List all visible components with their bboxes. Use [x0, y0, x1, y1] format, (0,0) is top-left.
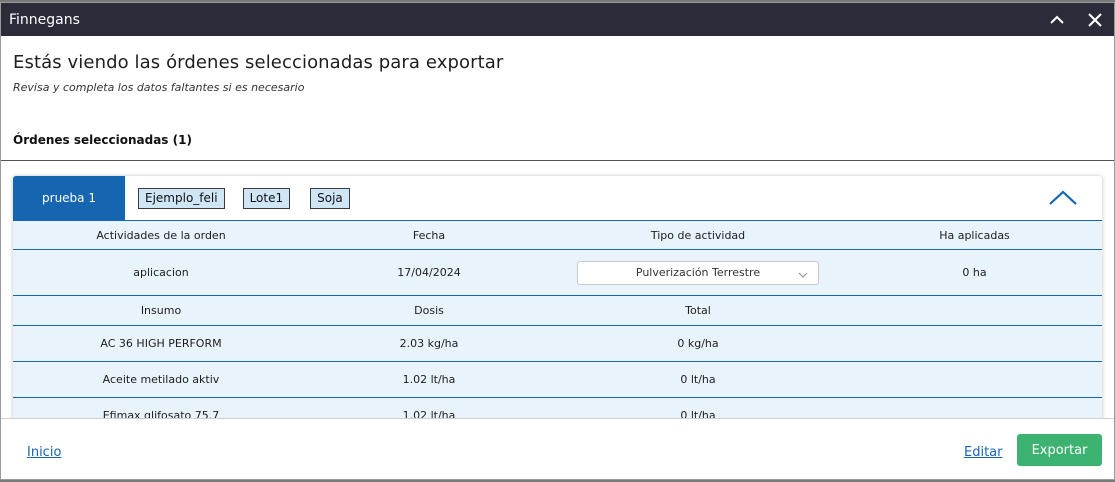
close-icon [1088, 12, 1102, 27]
col-date: Fecha [412, 228, 446, 242]
window-title: Finnegans [9, 11, 80, 28]
activity-type-select[interactable]: Pulverización Terrestre [577, 260, 819, 285]
export-dialog: Finnegans Estás viendo las órdenes selec… [0, 2, 1115, 480]
dialog-footer: Inicio Editar Exportar [1, 418, 1114, 479]
activity-ha: 0 ha [962, 266, 987, 279]
activity-row: aplicacion 17/04/2024 Pulverización Terr… [13, 250, 1102, 296]
orders-scroll-area[interactable]: prueba 1 Ejemplo_feli Lote1 Soja Activid… [1, 161, 1114, 418]
input-dose: 2.03 kg/ha [399, 337, 459, 350]
page-title: Estás viendo las órdenes seleccionadas p… [13, 52, 504, 73]
col-ha-applied: Ha aplicadas [939, 228, 1010, 242]
home-link[interactable]: Inicio [27, 445, 61, 460]
input-total: 0 kg/ha [677, 337, 719, 350]
inputs-header-row: Insumo Dosis Total [13, 296, 1102, 326]
activity-type-value: Pulverización Terrestre [635, 266, 761, 279]
col-input: Insumo [140, 304, 182, 317]
input-name: AC 36 HIGH PERFORM [100, 337, 222, 350]
export-button[interactable]: Exportar [1017, 434, 1102, 466]
order-card-header: prueba 1 Ejemplo_feli Lote1 Soja [13, 176, 1102, 220]
input-dose: 1.02 lt/ha [402, 409, 456, 418]
table-row: AC 36 HIGH PERFORM 2.03 kg/ha 0 kg/ha [13, 326, 1102, 362]
selected-orders-label: Órdenes seleccionadas (1) [13, 133, 192, 147]
chip-crop: Soja [310, 187, 350, 209]
input-total: 0 lt/ha [680, 409, 716, 418]
input-dose: 1.02 lt/ha [402, 373, 456, 386]
close-button[interactable] [1076, 3, 1114, 36]
activity-name: aplicacion [133, 266, 189, 279]
chevron-down-icon [798, 269, 808, 282]
input-name: Efimax glifosato 75.7 [102, 409, 220, 418]
activity-date: 17/04/2024 [397, 266, 461, 279]
table-row: Efimax glifosato 75.7 1.02 lt/ha 0 lt/ha [13, 398, 1102, 418]
input-name: Aceite metilado aktiv [102, 373, 220, 386]
collapse-button[interactable] [1048, 188, 1078, 208]
chevron-up-icon [1050, 15, 1064, 24]
title-bar: Finnegans [1, 3, 1114, 36]
chip-lot: Lote1 [242, 187, 291, 209]
edit-link[interactable]: Editar [964, 445, 1003, 460]
order-tab[interactable]: prueba 1 [13, 176, 125, 220]
page-subtitle: Revisa y completa los datos faltantes si… [13, 81, 305, 94]
chip-field: Ejemplo_feli [138, 187, 225, 209]
col-dose: Dosis [414, 304, 444, 317]
col-total: Total [685, 304, 711, 317]
activities-header-row: Actividades de la orden Fecha Tipo de ac… [13, 220, 1102, 250]
chevron-up-icon [1049, 190, 1077, 205]
col-activity-type: Tipo de actividad [650, 228, 746, 242]
dialog-header: Estás viendo las órdenes seleccionadas p… [1, 36, 1114, 94]
input-total: 0 lt/ha [680, 373, 716, 386]
table-row: Aceite metilado aktiv 1.02 lt/ha 0 lt/ha [13, 362, 1102, 398]
order-card: prueba 1 Ejemplo_feli Lote1 Soja Activid… [13, 176, 1102, 418]
col-activities: Actividades de la orden [96, 228, 226, 242]
minimize-button[interactable] [1038, 3, 1076, 36]
